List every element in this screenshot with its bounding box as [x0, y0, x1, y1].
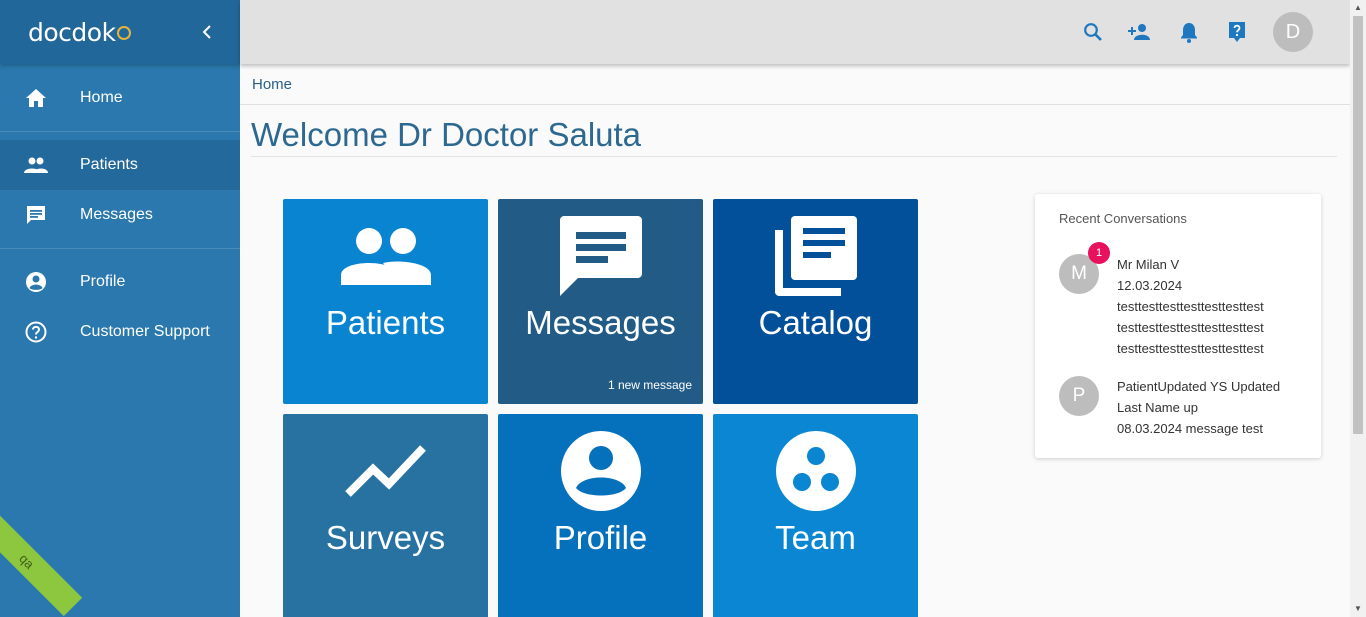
tile-patients[interactable]: Patients: [283, 199, 488, 404]
avatar-initial: P: [1072, 385, 1086, 406]
tile-label: Patients: [325, 304, 446, 341]
account-circle-icon: [24, 270, 48, 294]
collapse-sidebar-button[interactable]: [196, 20, 218, 44]
home-icon: [24, 86, 48, 110]
tile-label: Messages: [525, 304, 676, 341]
team-icon: [713, 430, 918, 512]
sidebar-divider: [0, 131, 240, 132]
avatar: P: [1059, 376, 1099, 416]
conversation-preview-line: testtesttesttesttesttesttest: [1117, 299, 1264, 314]
sidebar-item-messages[interactable]: Messages: [0, 190, 240, 240]
divider: [251, 156, 1337, 157]
unread-count: 1: [1095, 247, 1103, 259]
conversation-preview-line: testtesttesttesttesttesttest: [1117, 320, 1264, 335]
tile-label: Team: [775, 519, 856, 556]
sidebar-item-customer-support[interactable]: Customer Support: [0, 307, 240, 357]
app-logo[interactable]: docdok: [28, 18, 131, 47]
env-ribbon: qa: [0, 505, 83, 617]
conversation-date: 12.03.2024: [1117, 278, 1183, 293]
scroll-up-arrow-icon[interactable]: ▲: [1354, 4, 1362, 12]
people-icon: [283, 227, 488, 285]
conversation-name: PatientUpdated YS Updated: [1117, 379, 1281, 394]
conversation-text: PatientUpdated YS Updated Last Name up 0…: [1117, 376, 1307, 439]
scrollbar[interactable]: ▲ ▼: [1350, 0, 1366, 617]
new-message-count: 1 new message: [607, 378, 692, 392]
sidebar-item-label: Patients: [80, 156, 138, 173]
account-circle-icon: [498, 430, 703, 512]
logo-mark-icon: [116, 26, 131, 40]
scrollbar-thumb[interactable]: [1353, 16, 1363, 434]
tile-catalog[interactable]: Catalog: [713, 199, 918, 404]
scroll-down-arrow-icon[interactable]: ▼: [1354, 605, 1362, 613]
sidebar-item-label: Profile: [80, 273, 126, 290]
tile-messages[interactable]: Messages 1 new message: [498, 199, 703, 404]
env-ribbon-label: qa: [16, 550, 38, 572]
conversation-preview-line: testtesttesttesttesttesttest: [1117, 341, 1264, 356]
card-title: Recent Conversations: [1059, 211, 1187, 226]
conversation-preview-line: Last Name up: [1117, 400, 1198, 415]
sidebar-item-label: Home: [80, 89, 123, 106]
help-button[interactable]: [1225, 20, 1249, 44]
sidebar-item-profile[interactable]: Profile: [0, 257, 240, 307]
breadcrumb[interactable]: Home: [252, 76, 292, 93]
tile-label: Surveys: [325, 519, 446, 556]
tile-label: Catalog: [758, 304, 873, 341]
conversation-text: Mr Milan V 12.03.2024 testtesttesttestte…: [1117, 254, 1307, 359]
add-person-button[interactable]: [1128, 20, 1152, 44]
conversation-preview-line: 08.03.2024 message test: [1117, 421, 1263, 436]
tile-surveys[interactable]: Surveys: [283, 414, 488, 617]
sidebar-item-label: Customer Support: [80, 323, 210, 340]
page-title: Welcome Dr Doctor Saluta: [251, 116, 642, 153]
user-avatar[interactable]: D: [1273, 12, 1313, 52]
search-icon: [1084, 23, 1102, 41]
library-books-icon: [713, 216, 918, 296]
top-bar: D: [240, 0, 1350, 64]
sidebar-header: docdok: [0, 0, 240, 64]
message-icon: [24, 203, 48, 227]
logo-text: docdok: [28, 17, 116, 47]
help-icon: [1229, 22, 1245, 42]
sidebar-item-patients[interactable]: Patients: [0, 140, 240, 190]
tile-profile[interactable]: Profile: [498, 414, 703, 617]
recent-conversations-card: Recent Conversations M 1 Mr Milan V 12.0…: [1035, 194, 1321, 458]
sidebar: docdok Home Patients Messages Profile Cu…: [0, 0, 240, 617]
unread-badge: 1: [1088, 242, 1110, 264]
people-icon: [24, 153, 48, 177]
chevron-left-icon: [202, 25, 211, 39]
tile-team[interactable]: Team: [713, 414, 918, 617]
help-circle-icon: [24, 320, 48, 344]
user-avatar-initial: D: [1285, 20, 1301, 43]
add-person-icon: [1128, 24, 1150, 40]
avatar-initial: M: [1071, 263, 1087, 284]
bell-icon: [1181, 22, 1197, 43]
sidebar-divider: [0, 248, 240, 249]
trending-icon: [283, 444, 488, 500]
tile-label: Profile: [553, 519, 648, 556]
sidebar-item-home[interactable]: Home: [0, 73, 240, 123]
sidebar-item-label: Messages: [80, 206, 153, 223]
divider: [240, 104, 1350, 105]
conversation-name: Mr Milan V: [1117, 257, 1180, 272]
message-icon: [498, 216, 703, 296]
notifications-button[interactable]: [1177, 20, 1201, 44]
search-button[interactable]: [1081, 20, 1105, 44]
